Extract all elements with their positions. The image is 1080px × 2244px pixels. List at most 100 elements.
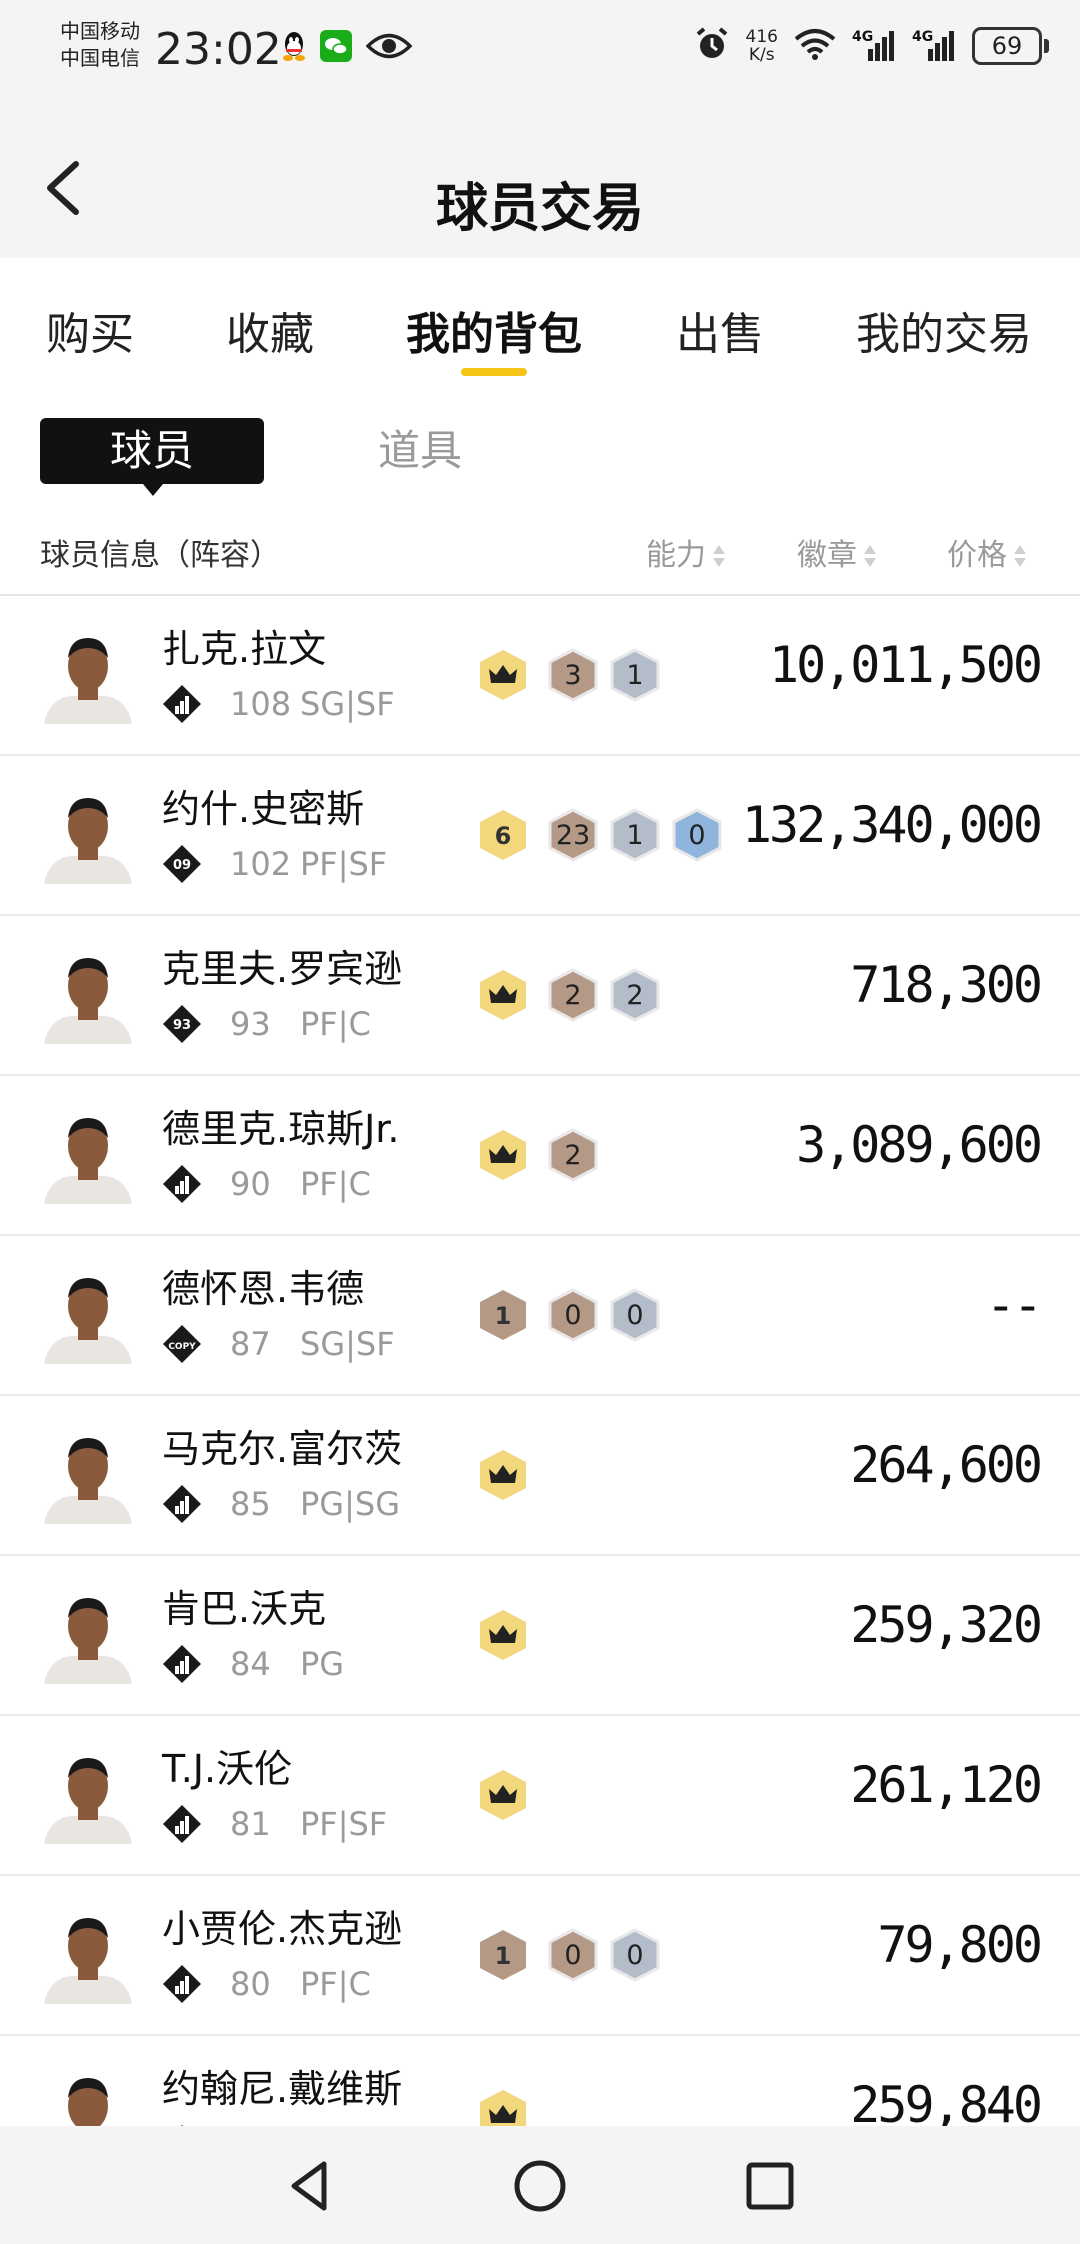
player-row[interactable]: T.J.沃伦 81 PF|SF 261,120 [0, 1716, 1080, 1876]
bars-icon [162, 684, 202, 724]
silver-badge: 0 [608, 1287, 662, 1343]
player-rating: 102 [230, 845, 292, 883]
carrier-1: 中国移动 [60, 19, 140, 43]
sort-price[interactable]: 价格 [947, 530, 1027, 574]
triangle-back-icon [291, 2161, 327, 2211]
square-recents-icon [746, 2162, 794, 2210]
player-name: 马克尔.富尔茨 [162, 1427, 403, 1471]
net-speed-unit: K/s [748, 45, 775, 65]
player-avatar [40, 1904, 136, 2004]
subtab-items[interactable]: 道具 [378, 418, 462, 484]
system-back-button[interactable] [280, 2156, 340, 2216]
svg-text:1: 1 [495, 1942, 512, 1970]
player-list[interactable]: 扎克.拉文 108 SG|SF 3 1 10,011,500 约什.史密斯 09 102 PF|S… [0, 596, 1080, 2126]
player-avatar [40, 1584, 136, 1684]
player-meta: 108 SG|SF [162, 684, 395, 724]
silver-badge: 1 [608, 647, 662, 703]
player-meta: COPY 87 SG|SF [162, 1324, 395, 1364]
column-header: 球员信息（阵容） 能力 徽章 价格 [0, 516, 1080, 596]
silver-badge: 0 [608, 1927, 662, 1983]
circle-home-icon [514, 2160, 566, 2212]
svg-text:09: 09 [173, 858, 191, 873]
badge-group [476, 1447, 538, 1503]
bronze-badge: 23 [546, 807, 600, 863]
badge-count: 1 [626, 659, 644, 691]
player-price: 10,011,500 [768, 636, 1043, 694]
tab-sell[interactable]: 出售 [676, 298, 764, 362]
page-title: 球员交易 [435, 179, 644, 239]
player-price: 79,800 [877, 1916, 1043, 1974]
badge-count: 1 [626, 819, 644, 851]
sort-arrows-icon [1013, 544, 1027, 569]
player-position: SG|SF [300, 685, 395, 723]
player-price: 259,320 [850, 1596, 1043, 1654]
player-row[interactable]: 约什.史密斯 09 102 PF|SF 6 23 1 0 132,340,000 [0, 756, 1080, 916]
player-rating: 108 [230, 685, 292, 723]
tab-buy[interactable]: 购买 [46, 298, 134, 362]
player-row[interactable]: 扎克.拉文 108 SG|SF 3 1 10,011,500 [0, 596, 1080, 756]
player-avatar [40, 2064, 136, 2126]
bronze-badge: 0 [546, 1927, 600, 1983]
sort-ability[interactable]: 能力 [646, 530, 726, 574]
player-name: 小贾伦.杰克逊 [162, 1907, 403, 1951]
tab-my-trades[interactable]: 我的交易 [856, 298, 1032, 362]
system-home-button[interactable] [510, 2156, 570, 2216]
net-speed-value: 416 [745, 27, 778, 47]
bronze-badge: 2 [546, 967, 600, 1023]
active-tab-indicator [461, 368, 527, 376]
player-row[interactable]: 约翰尼.戴维斯 259,840 [0, 2036, 1080, 2126]
player-row[interactable]: 克里夫.罗宾逊 93 93 PF|C 2 2 718,300 [0, 916, 1080, 1076]
tab-favorites[interactable]: 收藏 [226, 298, 314, 362]
bronze-badge: 2 [546, 1127, 600, 1183]
player-price: 132,340,000 [741, 796, 1043, 854]
player-row[interactable]: 德里克.琼斯Jr. 90 PF|C 2 3,089,600 [0, 1076, 1080, 1236]
player-avatar [40, 624, 136, 724]
bars-icon [162, 1164, 202, 1204]
player-row[interactable]: 马克尔.富尔茨 85 PG|SG 264,600 [0, 1396, 1080, 1556]
player-price: -- [985, 1276, 1043, 1334]
tab-my-backpack[interactable]: 我的背包 [406, 298, 582, 362]
eye-icon [365, 31, 413, 65]
bronze-badge: 0 [546, 1287, 600, 1343]
player-meta: 09 102 PF|SF [162, 844, 387, 884]
system-recents-button[interactable] [740, 2156, 800, 2216]
player-rating: 80 [230, 1965, 271, 2003]
badge-count: 0 [564, 1939, 582, 1971]
sort-badge[interactable]: 徽章 [797, 530, 877, 574]
crown-icon [476, 1127, 530, 1183]
silver-badge: 2 [608, 967, 662, 1023]
player-position: PF|C [300, 1165, 371, 1203]
badge-count: 2 [564, 1139, 582, 1171]
player-rating: 81 [230, 1805, 271, 1843]
player-rating: 90 [230, 1165, 271, 1203]
player-name: 德里克.琼斯Jr. [162, 1107, 400, 1151]
battery-icon: 69 [972, 27, 1049, 65]
player-avatar [40, 1424, 136, 1524]
badge-count: 2 [564, 979, 582, 1011]
player-price: 3,089,600 [796, 1116, 1043, 1174]
bronze-badge: 3 [546, 647, 600, 703]
player-row[interactable]: 小贾伦.杰克逊 80 PF|C 1 0 0 79,800 [0, 1876, 1080, 2036]
player-avatar [40, 1264, 136, 1364]
player-meta: 81 PF|SF [162, 1804, 387, 1844]
crown-icon [476, 967, 530, 1023]
badge-count: 0 [688, 819, 706, 851]
player-position: PF|C [300, 1005, 371, 1043]
notification-icons [282, 30, 413, 66]
badge-group: 2 [476, 1127, 600, 1183]
net-speed: 416 K/s [746, 28, 778, 64]
subtab-players[interactable]: 球员 [40, 418, 264, 496]
player-position: PF|C [300, 1965, 371, 2003]
player-name: 德怀恩.韦德 [162, 1267, 365, 1311]
badge-group [476, 2087, 538, 2126]
player-row[interactable]: 德怀恩.韦德 COPY 87 SG|SF 1 0 0 -- [0, 1236, 1080, 1396]
svg-text:6: 6 [495, 822, 512, 850]
badge-count: 0 [626, 1939, 644, 1971]
nav-bar: 球员交易 [0, 110, 1080, 258]
level-badge: 1 [476, 1927, 530, 1983]
player-price: 261,120 [850, 1756, 1043, 1814]
badge-group: 1 0 0 [476, 1927, 662, 1983]
crown-icon [476, 1607, 530, 1663]
svg-text:93: 93 [173, 1018, 191, 1033]
player-row[interactable]: 肯巴.沃克 84 PG 259,320 [0, 1556, 1080, 1716]
